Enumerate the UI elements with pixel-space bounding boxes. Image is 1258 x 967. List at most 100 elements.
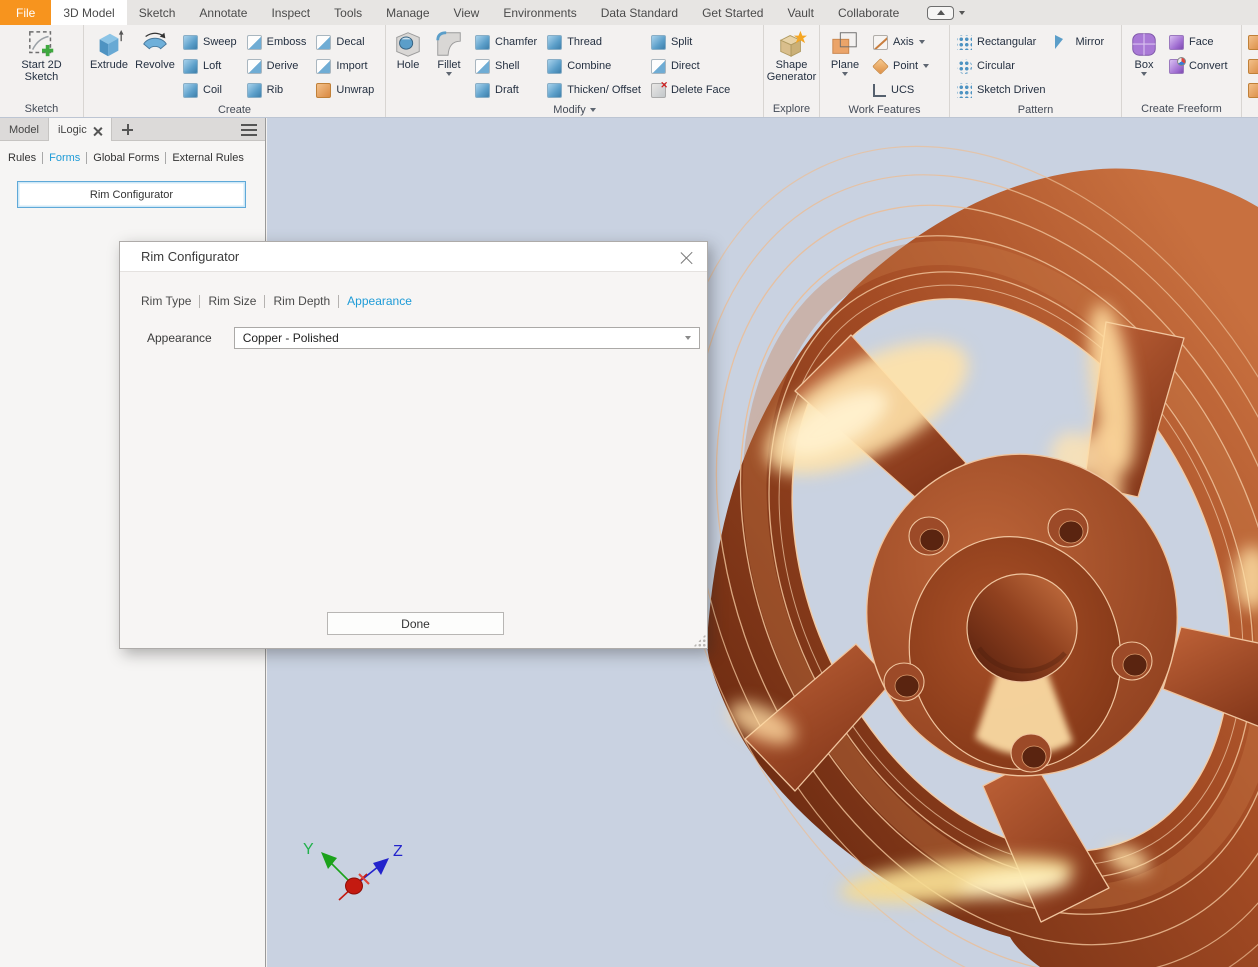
subtab-external-rules[interactable]: External Rules	[172, 152, 244, 164]
ribbon-item-coil[interactable]: Coil	[178, 78, 242, 102]
tab-collaborate[interactable]: Collaborate	[826, 0, 911, 25]
dropdown-caret-icon	[685, 336, 691, 340]
ribbon-collapse-button[interactable]	[927, 6, 954, 20]
group-label-create-freeform[interactable]: Create Freeform	[1122, 100, 1241, 117]
rib-icon	[247, 83, 262, 98]
ribbon-item-convert[interactable]: Convert	[1164, 54, 1233, 78]
ribbon-item-emboss[interactable]: Emboss	[242, 30, 312, 54]
tab-3d-model[interactable]: 3D Model	[51, 0, 126, 25]
panel-tab-ilogic[interactable]: iLogic	[48, 118, 112, 141]
fillet-icon	[433, 29, 465, 59]
dialog-tab-rim-size[interactable]: Rim Size	[208, 294, 256, 308]
ribbon-item-delete-face[interactable]: Delete Face	[646, 78, 735, 102]
ribbon-options-caret-icon[interactable]	[959, 11, 965, 15]
z-axis-arrow-icon	[373, 858, 389, 875]
ribbon-item-partial-2[interactable]	[1244, 54, 1258, 78]
combine-icon	[547, 59, 562, 74]
extrude-icon	[93, 29, 125, 59]
subtab-separator	[86, 152, 87, 164]
ribbon-item-axis[interactable]: Axis	[868, 30, 934, 54]
panel-menu-icon[interactable]	[241, 124, 257, 136]
decal-icon	[316, 35, 331, 50]
dialog-resize-grip[interactable]	[693, 634, 706, 647]
ribbon-item-shell[interactable]: Shell	[470, 54, 542, 78]
ribbon-item-sweep[interactable]: Sweep	[178, 30, 242, 54]
group-label-pattern[interactable]: Pattern	[950, 102, 1121, 118]
ribbon-item-draft[interactable]: Draft	[470, 78, 542, 102]
tab-get-started[interactable]: Get Started	[690, 0, 775, 25]
extrude-button[interactable]: Extrude	[86, 26, 132, 102]
done-button[interactable]: Done	[327, 612, 504, 635]
ribbon-item-chamfer[interactable]: Chamfer	[470, 30, 542, 54]
ribbon-item-face[interactable]: Face	[1164, 30, 1233, 54]
tab-file[interactable]: File	[0, 0, 51, 25]
ribbon-item-sketch-driven[interactable]: Sketch Driven	[952, 78, 1050, 102]
box-button[interactable]: Box	[1124, 26, 1164, 100]
subtab-rules[interactable]: Rules	[8, 152, 36, 164]
shape-generator-button[interactable]: Shape Generator	[766, 26, 817, 100]
tab-sketch[interactable]: Sketch	[127, 0, 188, 25]
view-axis-triad[interactable]: Y Z	[297, 830, 427, 910]
rim-configurator-form-button[interactable]: Rim Configurator	[17, 181, 246, 208]
tab-vault[interactable]: Vault	[775, 0, 825, 25]
hole-icon	[392, 29, 424, 59]
hole-button[interactable]: Hole	[388, 26, 428, 102]
ribbon-item-split[interactable]: Split	[646, 30, 735, 54]
ribbon-item-circular[interactable]: Circular	[952, 54, 1050, 78]
plane-button[interactable]: Plane	[822, 26, 868, 102]
fillet-button[interactable]: Fillet	[428, 26, 470, 102]
ribbon-group-create-freeform: Box Face Convert Create Freeform	[1122, 25, 1242, 117]
ribbon-item-derive[interactable]: Derive	[242, 54, 312, 78]
ribbon-item-thread[interactable]: Thread	[542, 30, 646, 54]
ribbon-item-ucs[interactable]: UCS	[868, 78, 934, 102]
tab-data-standard[interactable]: Data Standard	[589, 0, 690, 25]
dialog-tab-rim-type[interactable]: Rim Type	[141, 294, 191, 308]
tab-annotate[interactable]: Annotate	[187, 0, 259, 25]
appearance-dropdown[interactable]: Copper - Polished	[234, 327, 700, 349]
tab-environments[interactable]: Environments	[491, 0, 588, 25]
ribbon-item-unwrap[interactable]: Unwrap	[311, 78, 379, 102]
dialog-title-bar[interactable]: Rim Configurator	[120, 242, 707, 272]
ribbon-item-import[interactable]: Import	[311, 54, 379, 78]
add-tab-icon[interactable]	[122, 124, 133, 135]
ribbon-item-combine[interactable]: Combine	[542, 54, 646, 78]
tab-tools[interactable]: Tools	[322, 0, 374, 25]
group-label-sketch[interactable]: Sketch	[0, 100, 83, 117]
group-label-create[interactable]: Create	[84, 102, 385, 118]
ribbon-item-partial-1[interactable]	[1244, 30, 1258, 54]
ribbon-item-point[interactable]: Point	[868, 54, 934, 78]
group-label-work-features[interactable]: Work Features	[820, 102, 949, 118]
revolve-button[interactable]: Revolve	[132, 26, 178, 102]
coil-icon	[183, 83, 198, 98]
modify-dropdown-caret-icon	[590, 108, 596, 112]
emboss-icon	[247, 35, 262, 50]
group-label-explore[interactable]: Explore	[764, 100, 819, 117]
dialog-close-icon[interactable]	[680, 250, 693, 263]
subtab-separator	[42, 152, 43, 164]
ribbon-group-sketch: Start 2D Sketch Sketch	[0, 25, 84, 117]
ribbon-item-thicken-offset[interactable]: Thicken/ Offset	[542, 78, 646, 102]
ribbon-item-mirror[interactable]: Mirror	[1050, 30, 1109, 54]
close-tab-icon[interactable]	[93, 126, 102, 135]
tab-inspect[interactable]: Inspect	[259, 0, 322, 25]
ribbon-item-rectangular[interactable]: Rectangular	[952, 30, 1050, 54]
ribbon-item-partial-3[interactable]	[1244, 78, 1258, 102]
subtab-global-forms[interactable]: Global Forms	[93, 152, 159, 164]
ribbon-item-rib[interactable]: Rib	[242, 78, 312, 102]
panel-tab-model[interactable]: Model	[0, 118, 48, 140]
tab-manage[interactable]: Manage	[374, 0, 441, 25]
dialog-tab-appearance[interactable]: Appearance	[347, 294, 412, 308]
group-label-modify[interactable]: Modify	[386, 102, 763, 118]
ucs-icon	[873, 84, 886, 97]
ribbon-item-direct[interactable]: Direct	[646, 54, 735, 78]
start-2d-sketch-button[interactable]: Start 2D Sketch	[10, 26, 74, 100]
main-area: Model iLogic Rules Forms Global Forms Ex…	[0, 118, 1258, 967]
subtab-forms[interactable]: Forms	[49, 152, 80, 164]
ribbon-item-loft[interactable]: Loft	[178, 54, 242, 78]
dialog-tab-rim-depth[interactable]: Rim Depth	[273, 294, 330, 308]
ribbon-group-create: Extrude Revolve Sweep Loft Coil Emb	[84, 25, 386, 117]
ribbon-item-decal[interactable]: Decal	[311, 30, 379, 54]
tab-view[interactable]: View	[442, 0, 492, 25]
x-axis-dot-icon	[346, 878, 363, 894]
panel-tab-strip: Model iLogic	[0, 118, 265, 141]
